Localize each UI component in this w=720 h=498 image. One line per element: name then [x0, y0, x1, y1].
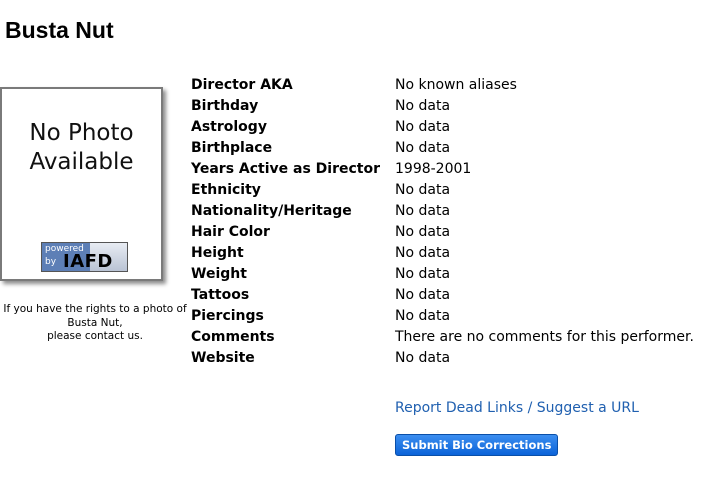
- bio-value: No data: [395, 350, 451, 366]
- bio-row-weight: Weight No data: [191, 266, 711, 287]
- bio-label: Website: [191, 350, 255, 366]
- bio-label: Comments: [191, 329, 275, 345]
- bio-value: No data: [395, 119, 451, 135]
- bio-label: Birthday: [191, 98, 259, 114]
- bio-row-birthplace: Birthplace No data: [191, 140, 711, 161]
- report-dead-links-link[interactable]: Report Dead Links / Suggest a URL: [395, 400, 639, 416]
- photo-placeholder: No Photo Available powered by IAFD: [0, 87, 163, 281]
- bio-label: Astrology: [191, 119, 267, 135]
- bio-label: Years Active as Director: [191, 161, 381, 177]
- performer-name: Busta Nut: [5, 17, 114, 43]
- bio-label: Ethnicity: [191, 182, 261, 198]
- bio-row-hair-color: Hair Color No data: [191, 224, 711, 245]
- bio-value: No data: [395, 266, 451, 282]
- bio-label: Director AKA: [191, 77, 293, 93]
- bio-row-ethnicity: Ethnicity No data: [191, 182, 711, 203]
- bio-value: No data: [395, 308, 451, 324]
- bio-label: Piercings: [191, 308, 264, 324]
- bio-row-birthday: Birthday No data: [191, 98, 711, 119]
- bio-value: No data: [395, 245, 451, 261]
- bio-label: Nationality/Heritage: [191, 203, 352, 219]
- no-photo-text: No Photo Available: [29, 120, 134, 175]
- bio-value: No data: [395, 98, 451, 114]
- bio-label: Tattoos: [191, 287, 250, 303]
- bio-row-website: Website No data: [191, 350, 711, 371]
- bio-row-years-active: Years Active as Director 1998-2001: [191, 161, 711, 182]
- submit-bio-corrections-button[interactable]: Submit Bio Corrections: [395, 434, 559, 456]
- bio-label: Height: [191, 245, 244, 261]
- bio-value: No data: [395, 182, 451, 198]
- bio-row-director-aka: Director AKA No known aliases: [191, 77, 711, 98]
- bio-value: No data: [395, 224, 451, 240]
- bio-label: Weight: [191, 266, 247, 282]
- bio-value: There are no comments for this performer…: [395, 329, 694, 345]
- bio-row-comments: Comments There are no comments for this …: [191, 329, 711, 350]
- bio-value: 1998-2001: [395, 161, 472, 177]
- bio-value: No data: [395, 140, 451, 156]
- bio-label: Hair Color: [191, 224, 270, 240]
- bio-value: No known aliases: [395, 77, 517, 93]
- bio-label: Birthplace: [191, 140, 273, 156]
- bio-row-tattoos: Tattoos No data: [191, 287, 711, 308]
- bio-value: No data: [395, 287, 451, 303]
- bio-row-height: Height No data: [191, 245, 711, 266]
- bio-row-nationality: Nationality/Heritage No data: [191, 203, 711, 224]
- bio-value: No data: [395, 203, 451, 219]
- photo-rights-note: If you have the rights to a photo of Bus…: [3, 303, 187, 342]
- bio-row-astrology: Astrology No data: [191, 119, 711, 140]
- iafd-logo: powered by IAFD: [41, 242, 128, 272]
- bio-row-piercings: Piercings No data: [191, 308, 711, 329]
